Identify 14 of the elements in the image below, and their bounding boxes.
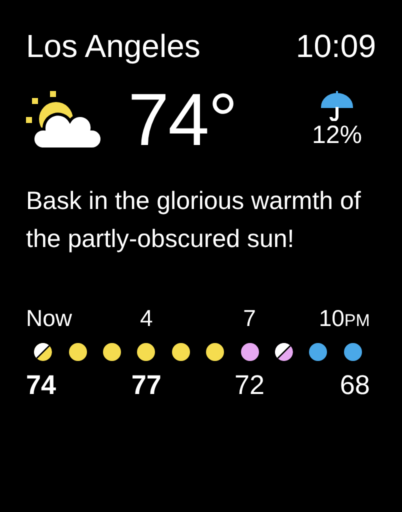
hour-label: 10PM xyxy=(318,304,370,333)
umbrella-icon xyxy=(320,91,354,121)
hour-temperature: 68 xyxy=(340,369,370,401)
weather-summary: Bask in the glorious warmth of the partly-obscured sun! xyxy=(26,186,362,255)
hour-temperature: 74 xyxy=(26,369,56,401)
hour-label: Now xyxy=(26,304,72,333)
precipitation-chance: 12% xyxy=(312,121,362,149)
city-name: Los Angeles xyxy=(26,27,200,66)
hour-label: 4 xyxy=(140,304,153,333)
hour-label: 7 xyxy=(243,304,256,333)
clock-time: 10:09 xyxy=(296,27,376,66)
hour-temperature: 77 xyxy=(131,369,162,401)
hour-temperature: 72 xyxy=(234,369,265,401)
current-temperature: 74° xyxy=(128,80,237,160)
